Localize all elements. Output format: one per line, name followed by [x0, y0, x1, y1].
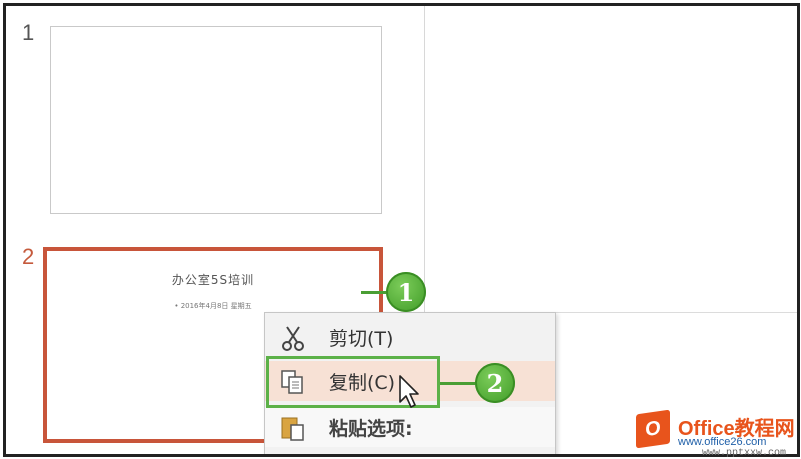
paste-icon: [281, 417, 304, 441]
callout-badge-2: 2: [475, 363, 515, 403]
slide-number-1: 1: [22, 20, 35, 45]
menu-item-cut[interactable]: 剪切(T): [265, 317, 555, 357]
watermark-url-2: www.pptxxw.com: [702, 448, 787, 459]
office-logo-icon: O: [636, 409, 670, 449]
menu-item-cut-label: 剪切(T): [329, 327, 394, 350]
watermark-url: www.office26.com: [678, 436, 767, 448]
slide-2-title: 办公室5S培训: [171, 273, 255, 287]
powerpoint-window: 1 2 办公室5S培训 • 2016年4月8日 星期五 剪切(T) 复制(C) …: [3, 3, 800, 457]
site-watermark: O Office教程网 www.office26.com www.pptxxw.…: [636, 409, 801, 459]
paste-options-label: 粘贴选项:: [329, 417, 413, 440]
callout-2-line: [440, 382, 480, 385]
scissors-icon: [282, 326, 304, 351]
divider: [555, 312, 797, 313]
mouse-cursor-icon: [399, 375, 419, 408]
slide-thumbnail-1[interactable]: [50, 26, 382, 214]
callout-badge-1: 1: [386, 272, 426, 312]
slide-2-subtitle: • 2016年4月8日 星期五: [174, 302, 252, 310]
slide-number-2: 2: [22, 244, 35, 269]
paste-options-header: 粘贴选项:: [265, 407, 555, 447]
